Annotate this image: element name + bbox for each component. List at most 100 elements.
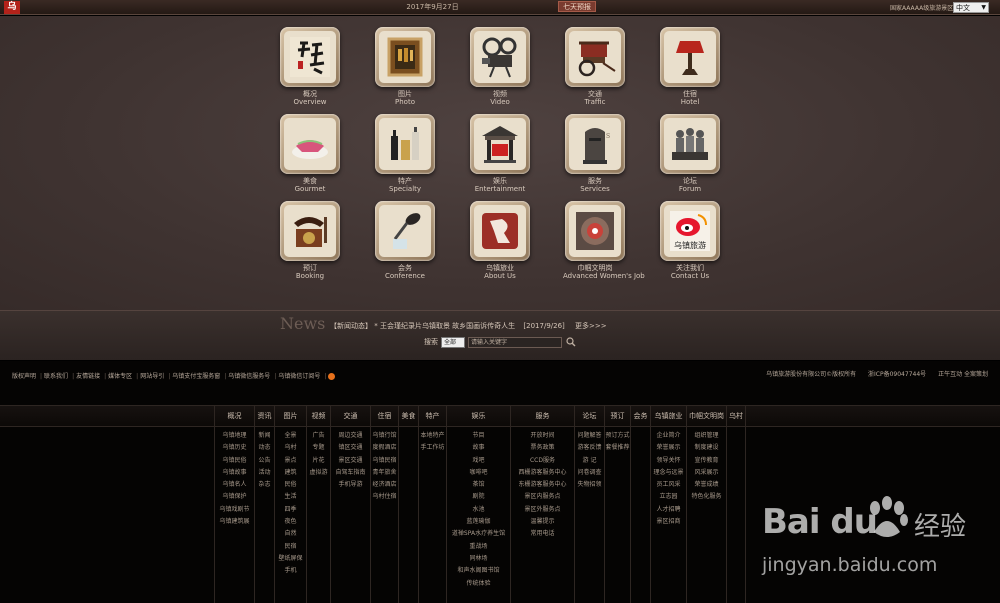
sitemap-link[interactable]: 制度建设 (694, 442, 718, 454)
tile-label-en[interactable]: Advanced Women's Job (563, 272, 645, 280)
sitemap-link[interactable]: 乌村住宿 (372, 491, 396, 503)
tile-label-cn[interactable]: 关注我们 (658, 264, 722, 272)
tile-frame[interactable]: 乌镇旅游 (660, 201, 720, 261)
sitemap-link[interactable]: 生活 (284, 491, 296, 503)
sitemap-link[interactable]: 问题解答 (577, 430, 601, 442)
weibo-icon[interactable]: 乌镇旅游 (664, 205, 716, 257)
sitemap-link[interactable]: 乌镇历史 (222, 442, 246, 454)
tile-label-en[interactable]: Traffic (563, 98, 627, 106)
footer-link[interactable]: 媒体专区 (108, 373, 132, 380)
footer-link[interactable]: 乌镇微信订阅号 (278, 373, 320, 380)
sitemap-link[interactable]: 民宿 (284, 541, 296, 553)
footer-link[interactable]: 网站导引 (140, 373, 164, 380)
tile-label-en[interactable]: Services (563, 185, 627, 193)
sitemap-link[interactable]: 景点 (284, 455, 296, 467)
tile-frame[interactable] (565, 27, 625, 87)
sitemap-link[interactable]: 手工作坊 (420, 442, 444, 454)
sitemap-link[interactable]: 节目 (472, 430, 484, 442)
sitemap-link[interactable]: 乌镇建筑展 (219, 516, 249, 528)
sitemap-link[interactable]: 剧院 (472, 491, 484, 503)
sitemap-link[interactable]: 预订方式 (605, 430, 629, 442)
sitemap-link[interactable]: 和声水阁图书馆 (457, 565, 499, 577)
sitemap-link[interactable]: 水池 (472, 504, 484, 516)
tile-label-en[interactable]: About Us (468, 272, 532, 280)
sitemap-link[interactable]: 故事 (472, 442, 484, 454)
tile-label-cn[interactable]: 交通 (563, 90, 627, 98)
tile-label-cn[interactable]: 乌镇旅业 (468, 264, 532, 272)
sitemap-link[interactable]: 立志园 (659, 491, 677, 503)
footer-link[interactable]: 乌镇支付宝服务窗 (172, 373, 220, 380)
sitemap-heading[interactable]: 会务 (631, 405, 650, 427)
tile-frame[interactable] (470, 27, 530, 87)
sitemap-link[interactable]: 员工风采 (656, 479, 680, 491)
emblem-icon[interactable] (569, 205, 621, 257)
lamp-icon[interactable] (664, 31, 716, 83)
menu-tile-hotel[interactable]: 住宿 Hotel (658, 27, 722, 106)
tile-frame[interactable] (565, 201, 625, 261)
tile-frame[interactable] (280, 201, 340, 261)
sitemap-link[interactable]: 组织管理 (694, 430, 718, 442)
sitemap-heading[interactable]: 图片 (275, 405, 306, 427)
sitemap-link[interactable]: 本地特产 (420, 430, 444, 442)
brand-logo-icon[interactable] (474, 205, 526, 257)
menu-tile-contact-us[interactable]: 乌镇旅游 关注我们 Contact Us (658, 201, 722, 280)
sitemap-link[interactable]: 茶馆 (472, 479, 484, 491)
sitemap-link[interactable]: 全景 (284, 430, 296, 442)
menu-tile-gourmet[interactable]: 美食 Gourmet (278, 114, 342, 193)
footer-link[interactable]: 版权声明 (12, 373, 36, 380)
sitemap-link[interactable]: 手机 (284, 565, 296, 577)
footer-link[interactable]: 乌镇微信服务号 (228, 373, 270, 380)
sitemap-link[interactable]: 道禅SPA水疗养生馆 (452, 528, 505, 540)
tile-label-cn[interactable]: 图片 (373, 90, 437, 98)
tile-label-cn[interactable]: 特产 (373, 177, 437, 185)
sitemap-link[interactable]: 广告 (312, 430, 324, 442)
tile-frame[interactable] (660, 27, 720, 87)
sitemap-link[interactable]: 景区外服务点 (524, 504, 560, 516)
figurines-icon[interactable] (664, 118, 716, 170)
sitemap-link[interactable]: 景区内服务点 (524, 491, 560, 503)
sitemap-link[interactable]: 建筑 (284, 467, 296, 479)
bottles-icon[interactable] (379, 118, 431, 170)
sitemap-link[interactable]: 人才招聘 (656, 504, 680, 516)
tile-frame[interactable]: S (565, 114, 625, 174)
mailbox-icon[interactable]: S (569, 118, 621, 170)
tile-label-cn[interactable]: 概况 (278, 90, 342, 98)
sitemap-heading[interactable]: 乌村 (727, 405, 745, 427)
sitemap-heading[interactable]: 服务 (511, 405, 574, 427)
alipay-icon[interactable] (328, 373, 336, 380)
tile-label-cn[interactable]: 娱乐 (468, 177, 532, 185)
sitemap-heading[interactable]: 论坛 (575, 405, 604, 427)
news-more-link[interactable]: 更多>>> (575, 322, 607, 330)
sitemap-link[interactable]: 杂志 (258, 479, 270, 491)
sitemap-link[interactable]: 夜色 (284, 516, 296, 528)
sitemap-heading[interactable]: 视频 (307, 405, 330, 427)
sitemap-link[interactable]: 动态 (258, 442, 270, 454)
sitemap-link[interactable]: 镇区交通 (338, 442, 362, 454)
sitemap-link[interactable]: 常用电话 (530, 528, 554, 540)
sitemap-link[interactable]: 重战场 (469, 541, 487, 553)
sitemap-link[interactable]: 温馨提示 (530, 516, 554, 528)
tile-frame[interactable] (470, 114, 530, 174)
tile-frame[interactable] (280, 27, 340, 87)
sitemap-link[interactable]: 东栅游客服务中心 (518, 479, 566, 491)
sitemap-link[interactable]: 虚拟游 (309, 467, 327, 479)
picture-frame-icon[interactable] (379, 31, 431, 83)
tile-label-en[interactable]: Video (468, 98, 532, 106)
sitemap-link[interactable]: 西栅游客服务中心 (518, 467, 566, 479)
stage-icon[interactable] (474, 118, 526, 170)
sitemap-heading[interactable]: 乌镇旅业 (651, 405, 686, 427)
sitemap-heading[interactable]: 美食 (399, 405, 418, 427)
tile-label-en[interactable]: Photo (373, 98, 437, 106)
sitemap-link[interactable]: CCD服务 (530, 455, 555, 467)
sitemap-heading[interactable]: 巾帼文明岗 (687, 405, 726, 427)
footer-link[interactable]: 友情链接 (76, 373, 100, 380)
menu-tile-conference[interactable]: 会务 Conference (373, 201, 437, 280)
sitemap-link[interactable]: 同林场 (469, 553, 487, 565)
search-input[interactable]: 请输入关键字 (468, 336, 562, 348)
tile-label-en[interactable]: Booking (278, 272, 342, 280)
menu-tile-about-us[interactable]: 乌镇旅业 About Us (468, 201, 532, 280)
menu-tile-forum[interactable]: 论坛 Forum (658, 114, 722, 193)
menu-tile-advanced-women-s-job[interactable]: 巾帼文明岗 Advanced Women's Job (563, 201, 645, 280)
tile-label-en[interactable]: Forum (658, 185, 722, 193)
sitemap-link[interactable]: 企业简介 (656, 430, 680, 442)
